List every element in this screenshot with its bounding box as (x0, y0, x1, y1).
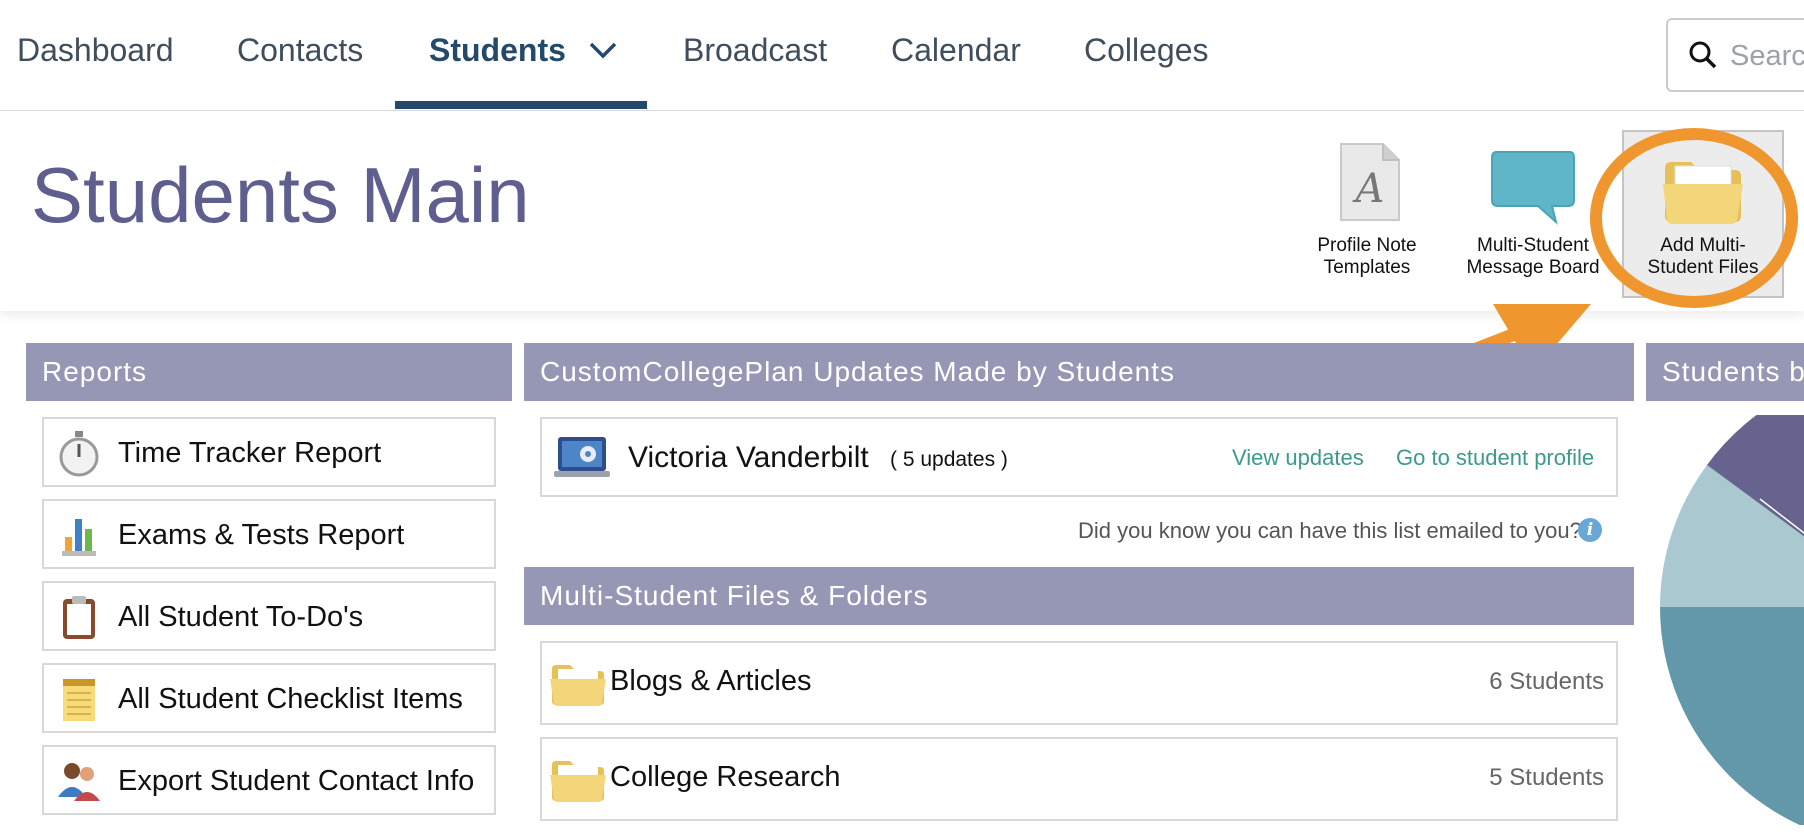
notepad-icon (63, 679, 95, 721)
student-update-row: Victoria Vanderbilt ( 5 updates ) View u… (540, 417, 1618, 497)
bar-chart-icon (62, 519, 96, 556)
report-label: Time Tracker Report (118, 437, 382, 469)
laptop-gear-icon (554, 437, 610, 477)
go-to-profile-link[interactable]: Go to student profile (1396, 445, 1594, 471)
folder-student-count: 5 Students (1489, 764, 1604, 791)
svg-text:A: A (1352, 166, 1385, 212)
nav-broadcast[interactable]: Broadcast (683, 32, 827, 69)
report-label: Exams & Tests Report (118, 519, 405, 551)
search-input[interactable]: Search (1666, 18, 1804, 92)
folder-name: Blogs & Articles (610, 665, 812, 697)
document-icon: A (1340, 143, 1400, 221)
clipboard-icon (63, 596, 95, 639)
folder-icon (550, 761, 606, 802)
report-export-contacts[interactable]: Export Student Contact Info (42, 745, 496, 815)
multi-student-message-board-button[interactable]: Multi-Student Message Board (1458, 140, 1608, 278)
info-icon[interactable]: i (1578, 518, 1602, 542)
report-label: All Student To-Do's (118, 601, 364, 633)
students-pie-chart (1660, 415, 1804, 825)
student-name[interactable]: Victoria Vanderbilt (628, 441, 869, 475)
profile-note-label-1: Profile Note (1317, 235, 1417, 256)
message-board-label-2: Message Board (1466, 257, 1600, 278)
profile-note-templates-button[interactable]: A Profile Note Templates (1292, 140, 1442, 278)
search-placeholder: Search (1730, 40, 1804, 72)
search-icon (1689, 41, 1717, 69)
email-hint-text: Did you know you can have this list emai… (1078, 518, 1582, 543)
report-label: All Student Checklist Items (118, 683, 463, 715)
page-title: Students Main (31, 151, 530, 239)
report-exams-tests[interactable]: Exams & Tests Report (42, 499, 496, 569)
nav-dashboard[interactable]: Dashboard (17, 32, 174, 69)
people-icon (58, 763, 100, 801)
updates-header: CustomCollegePlan Updates Made by Studen… (524, 343, 1634, 401)
nav-contacts[interactable]: Contacts (237, 32, 363, 69)
pie-slice (1660, 607, 1804, 825)
reports-header: Reports (26, 343, 512, 401)
folder-name: College Research (610, 761, 841, 793)
nav-colleges[interactable]: Colleges (1084, 32, 1209, 69)
profile-note-label-2: Templates (1323, 257, 1411, 278)
nav-students[interactable]: Students (429, 32, 566, 69)
folder-student-count: 6 Students (1489, 668, 1604, 695)
message-board-label-1: Multi-Student (1477, 235, 1589, 256)
highlight-circle-annotation (1590, 128, 1798, 308)
stopwatch-icon (59, 431, 99, 477)
report-student-todos[interactable]: All Student To-Do's (42, 581, 496, 651)
nav-calendar[interactable]: Calendar (891, 32, 1021, 69)
folder-icon (550, 665, 606, 706)
students-by-header: Students b (1646, 343, 1804, 401)
update-count: ( 5 updates ) (890, 448, 1008, 471)
report-time-tracker[interactable]: Time Tracker Report (42, 417, 496, 487)
speech-bubble-icon (1491, 151, 1575, 225)
view-updates-link[interactable]: View updates (1232, 445, 1364, 471)
top-nav: Dashboard Contacts Students Broadcast Ca… (0, 0, 1804, 112)
folder-row[interactable]: College Research 5 Students (540, 737, 1618, 821)
report-label: Export Student Contact Info (118, 765, 475, 797)
report-checklist-items[interactable]: All Student Checklist Items (42, 663, 496, 733)
active-tab-indicator (395, 101, 647, 109)
files-header: Multi-Student Files & Folders (524, 567, 1634, 625)
chevron-down-icon[interactable] (588, 38, 618, 62)
folder-row[interactable]: Blogs & Articles 6 Students (540, 641, 1618, 725)
